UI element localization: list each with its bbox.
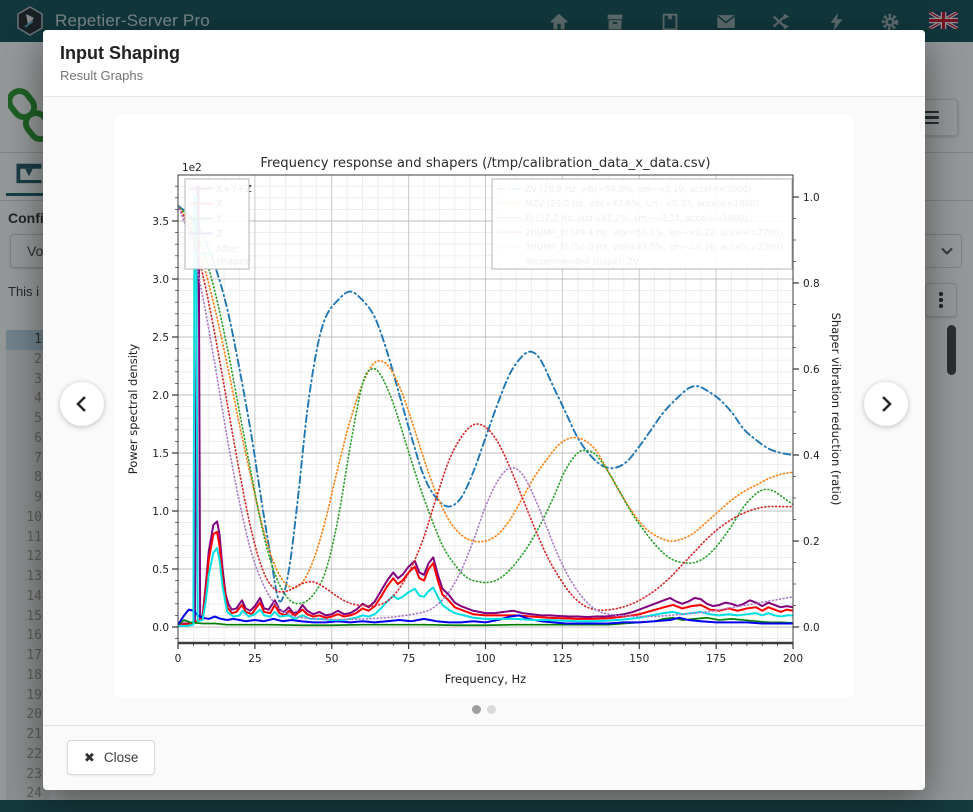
screen: Repetier-Server Pro [0, 0, 973, 812]
svg-text:1e2: 1e2 [182, 162, 202, 174]
input-shaping-modal: Input Shaping Result Graphs Axis: X Crea… [43, 30, 925, 790]
modal-footer: ✖ Close [43, 725, 925, 790]
close-icon: ✖ [84, 750, 95, 766]
svg-text:25: 25 [248, 653, 261, 665]
result-graph-svg: 0 25 50 75 100 125 150 175 200 0.0 0.5 1.0 1.5 2.0 2.5… [115, 115, 853, 697]
svg-text:0: 0 [175, 653, 182, 665]
chevron-right-icon [877, 393, 895, 415]
carousel-dot[interactable] [472, 705, 481, 714]
carousel-dot[interactable] [487, 705, 496, 714]
svg-text:0.6: 0.6 [803, 364, 820, 376]
svg-text:Power spectral density: Power spectral density [126, 344, 140, 475]
svg-text:1.5: 1.5 [152, 448, 169, 460]
close-button[interactable]: ✖ Close [67, 740, 155, 775]
svg-text:100: 100 [475, 653, 495, 665]
carousel-prev-button[interactable] [60, 382, 104, 426]
legend-box [185, 179, 249, 269]
legend-box [492, 179, 792, 269]
svg-text:175: 175 [706, 653, 726, 665]
svg-text:75: 75 [402, 653, 415, 665]
svg-text:1.0: 1.0 [152, 506, 169, 518]
close-button-label: Close [104, 750, 139, 765]
svg-text:3.0: 3.0 [152, 274, 169, 286]
chevron-left-icon [73, 393, 91, 415]
svg-text:125: 125 [552, 653, 572, 665]
svg-text:150: 150 [629, 653, 649, 665]
svg-text:0.5: 0.5 [152, 564, 169, 576]
svg-text:3.5: 3.5 [152, 216, 169, 228]
modal-subtitle: Result Graphs [60, 68, 925, 83]
svg-text:0.0: 0.0 [152, 622, 169, 634]
modal-title: Input Shaping [60, 43, 925, 64]
svg-text:1.0: 1.0 [803, 192, 820, 204]
carousel-dots [43, 705, 925, 714]
svg-text:2.5: 2.5 [152, 332, 169, 344]
svg-text:Shaper vibration reduction (ra: Shaper vibration reduction (ratio) [829, 313, 843, 506]
svg-text:Frequency response and shapers: Frequency response and shapers (/tmp/cal… [260, 156, 710, 171]
carousel-next-button[interactable] [864, 382, 908, 426]
svg-text:Frequency, Hz: Frequency, Hz [445, 672, 526, 686]
svg-text:50: 50 [325, 653, 338, 665]
result-graph-card: 0 25 50 75 100 125 150 175 200 0.0 0.5 1.0 1.5 2.0 2.5… [115, 115, 853, 697]
modal-header: Input Shaping Result Graphs [43, 30, 925, 97]
svg-text:0.4: 0.4 [803, 450, 820, 462]
svg-text:0.8: 0.8 [803, 278, 820, 290]
svg-text:2.0: 2.0 [152, 390, 169, 402]
svg-text:0.2: 0.2 [803, 536, 820, 548]
svg-text:200: 200 [783, 653, 803, 665]
svg-text:0.0: 0.0 [803, 622, 820, 634]
